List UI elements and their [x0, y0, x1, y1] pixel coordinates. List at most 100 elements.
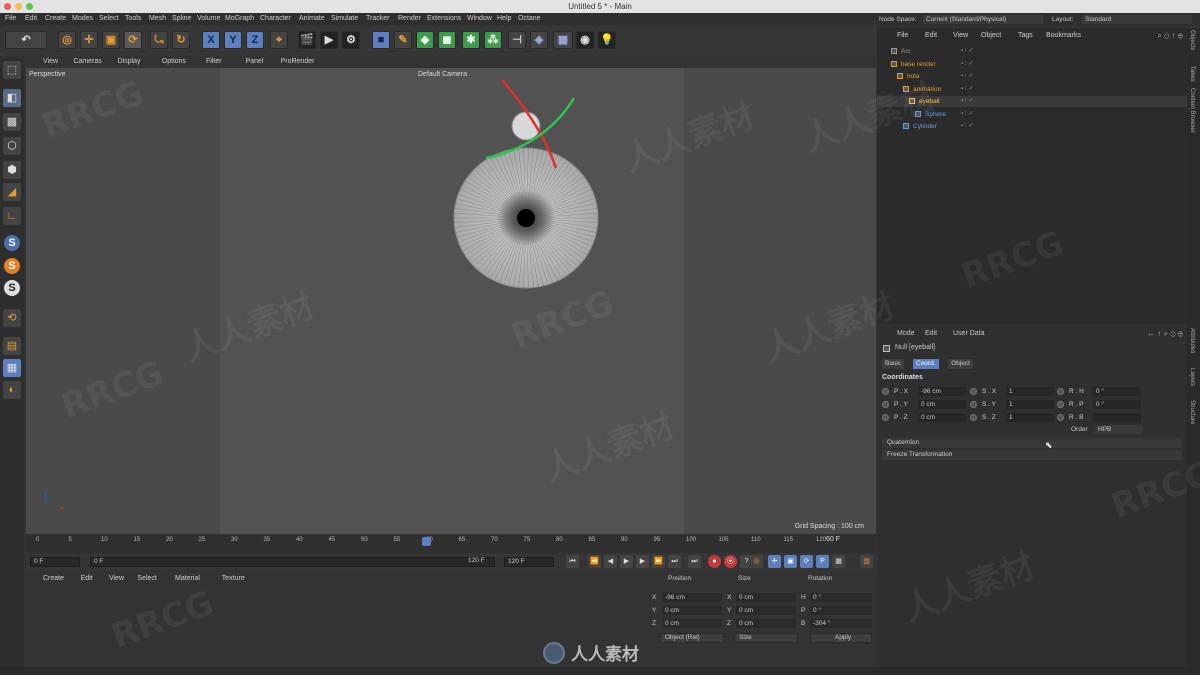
section-freeze-transformation[interactable]: Freeze Transformation — [882, 450, 1182, 460]
rotation-field[interactable]: 0 ° — [810, 593, 872, 602]
move-icon[interactable]: ✛ — [80, 31, 98, 49]
object-visibility-flags[interactable]: ▪ ⁝ ✓ — [961, 109, 973, 120]
menu-tools[interactable]: Tools — [125, 13, 141, 25]
maximize-window-button[interactable] — [26, 3, 33, 10]
object-search-icon[interactable]: ⌕ ⊙ ↑ ⊕ — [1157, 31, 1183, 41]
object-row[interactable]: Arc ▪ ⁝ ✓ — [877, 46, 1187, 57]
keyframe-dot-icon[interactable] — [882, 388, 889, 395]
locked-workplane-icon[interactable]: ◐ — [3, 381, 21, 399]
side-tab-content-browser[interactable]: Content Browser — [1189, 88, 1195, 133]
y-axis-button[interactable]: Y — [224, 31, 242, 49]
field-icon[interactable]: ◈ — [530, 31, 548, 49]
apply-button[interactable]: Apply — [810, 633, 872, 643]
keyframe-dot-icon[interactable] — [970, 401, 977, 408]
s-value-field[interactable]: 1 — [1006, 400, 1054, 409]
keyframe-dot-icon[interactable] — [882, 414, 889, 421]
menu-select[interactable]: Select — [99, 13, 118, 25]
prev-frame-icon[interactable]: ◀ — [604, 555, 617, 568]
side-tab-structure[interactable]: Structure — [1189, 400, 1195, 424]
menu-mesh[interactable]: Mesh — [149, 13, 166, 25]
menu-volume[interactable]: Volume — [197, 13, 220, 25]
menu-animate[interactable]: Animate — [299, 13, 325, 25]
pen-icon[interactable]: ✎ — [394, 31, 412, 49]
viewport-menu-view[interactable]: View — [43, 56, 58, 67]
object-menu-edit[interactable]: Edit — [925, 32, 937, 39]
viewport-menu-panel[interactable]: Panel — [246, 56, 264, 67]
goto-end-alt-icon[interactable]: ⏭ — [688, 555, 701, 568]
p-value-field[interactable]: 0 cm — [918, 400, 966, 409]
timeline-window-icon[interactable]: ▥ — [860, 555, 873, 568]
cube-icon[interactable]: ■ — [372, 31, 390, 49]
material-menu-texture[interactable]: Texture — [222, 575, 245, 582]
menu-mograph[interactable]: MoGraph — [225, 13, 254, 25]
x-axis-button[interactable]: X — [202, 31, 220, 49]
menu-octane[interactable]: Octane — [518, 13, 541, 25]
position-key-icon[interactable]: ✛ — [768, 555, 781, 568]
position-field[interactable]: 0 cm — [662, 606, 722, 615]
attribute-menu-user-data[interactable]: User Data — [953, 330, 985, 337]
r-value-field[interactable]: 0 ° — [1093, 387, 1141, 396]
extrude-icon[interactable]: ◼ — [438, 31, 456, 49]
menu-edit[interactable]: Edit — [25, 13, 37, 25]
menu-help[interactable]: Help — [497, 13, 511, 25]
viewport-menu-filter[interactable]: Filter — [206, 56, 222, 67]
material-menu-view[interactable]: View — [109, 575, 124, 582]
recent-tools-icon[interactable]: ⤿ — [150, 31, 168, 49]
viewport-menu-display[interactable]: Display — [118, 56, 141, 67]
tab-object[interactable]: Object — [948, 359, 973, 369]
menu-simulate[interactable]: Simulate — [331, 13, 358, 25]
r-value-field[interactable]: 0 ° — [1093, 400, 1141, 409]
object-menu-object[interactable]: Object — [981, 32, 1001, 39]
object-menu-bookmarks[interactable]: Bookmarks — [1046, 32, 1081, 39]
point-level-icon[interactable]: ▦ — [832, 555, 845, 568]
size-mode-dropdown[interactable]: Size — [734, 633, 798, 643]
material-menu-edit[interactable]: Edit — [81, 575, 93, 582]
side-tab-attributes[interactable]: Attributes — [1189, 328, 1195, 353]
next-frame-icon[interactable]: ▶ — [636, 555, 649, 568]
position-field[interactable]: -96 cm — [662, 593, 722, 602]
side-tab-objects[interactable]: Objects — [1189, 30, 1195, 50]
section-quaternion[interactable]: Quaternion — [882, 438, 1182, 448]
snap-icon[interactable]: S — [4, 235, 20, 251]
autokey-icon[interactable]: ⦿ — [724, 555, 737, 568]
coordinate-mode-dropdown[interactable]: Object (Rel) — [660, 633, 724, 643]
node-space-dropdown[interactable]: Current (Standard/Physical) — [923, 15, 1043, 24]
coordinate-system-icon[interactable]: ⌖ — [270, 31, 288, 49]
workplane-mode-icon[interactable]: ▦ — [3, 359, 21, 377]
attribute-menu-edit[interactable]: Edit — [925, 330, 937, 337]
play-icon[interactable]: ▶ — [620, 555, 633, 568]
range-slider[interactable]: 0 F — [90, 557, 495, 567]
goto-end-icon[interactable]: ⏭ — [668, 555, 681, 568]
rotation-field[interactable]: 0 ° — [810, 606, 872, 615]
viewport-menu-cameras[interactable]: Cameras — [73, 56, 101, 67]
timeline[interactable]: 0510152025303540455055606570758085909510… — [26, 535, 876, 553]
param-key-icon[interactable]: P — [816, 555, 829, 568]
tab-coord[interactable]: Coord. — [913, 359, 939, 369]
menu-create[interactable]: Create — [45, 13, 66, 25]
make-editable-icon[interactable]: ⬚ — [3, 61, 21, 79]
object-visibility-flags[interactable]: ▪ ⁝ ✓ — [961, 121, 973, 132]
axis-mode-icon[interactable]: ∟ — [3, 207, 21, 225]
viewport-menu-options[interactable]: Options — [162, 56, 186, 67]
undo-icon[interactable]: ↶ — [5, 31, 47, 49]
tab-basic[interactable]: Basic — [882, 359, 904, 369]
rotate-tool-icon[interactable]: ↻ — [172, 31, 190, 49]
size-field[interactable]: 0 cm — [736, 606, 796, 615]
menu-character[interactable]: Character — [260, 13, 291, 25]
size-field[interactable]: 0 cm — [736, 593, 796, 602]
minimize-window-button[interactable] — [15, 3, 22, 10]
close-window-button[interactable] — [4, 3, 11, 10]
scale-key-icon[interactable]: ▣ — [784, 555, 797, 568]
object-visibility-flags[interactable]: ▪ ⁝ ✓ — [961, 46, 973, 57]
z-axis-button[interactable]: Z — [246, 31, 264, 49]
object-menu-tags[interactable]: Tags — [1018, 32, 1033, 39]
attribute-nav-icons[interactable]: ← ↑ ⌕ ⊙ ⊕ — [1147, 329, 1183, 339]
object-visibility-flags[interactable]: ▪ ⁝ ✓ — [961, 96, 973, 107]
viewport-menu-prorender[interactable]: ProRender — [281, 56, 315, 67]
polygons-mode-icon[interactable]: ◢ — [3, 183, 21, 201]
position-field[interactable]: 0 cm — [662, 619, 722, 628]
next-key-icon[interactable]: ⏩ — [652, 555, 665, 568]
material-menu-create[interactable]: Create — [43, 575, 64, 582]
keyframe-dot-icon[interactable] — [1057, 401, 1064, 408]
side-tab-layers[interactable]: Layers — [1189, 368, 1195, 386]
